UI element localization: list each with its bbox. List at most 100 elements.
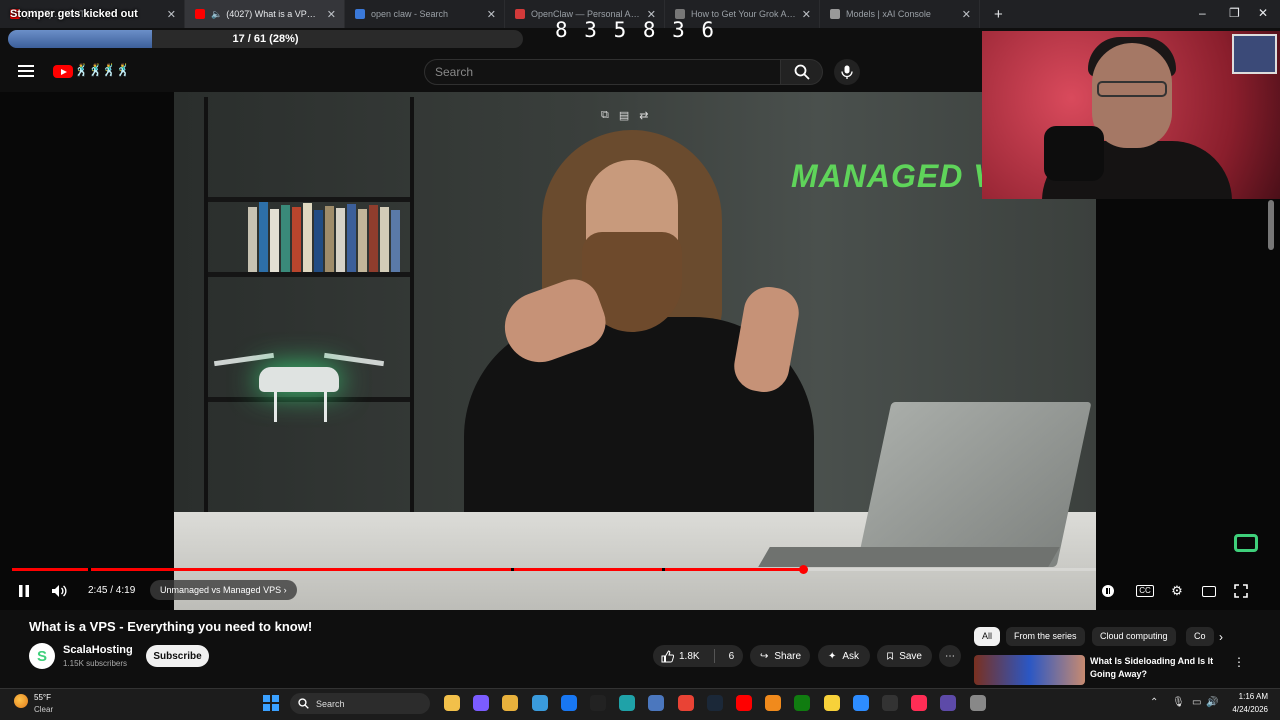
fullscreen-icon <box>1234 584 1248 598</box>
close-tab-icon[interactable]: ✕ <box>962 8 971 21</box>
webcam-background-poster <box>1232 34 1277 74</box>
speaker-icon[interactable]: 🔈 <box>211 9 222 20</box>
tab-xai-console[interactable]: Models | xAI Console ✕ <box>820 0 980 28</box>
chip-from-the-series[interactable]: From the series <box>1006 627 1085 646</box>
tab-label: open claw - Search <box>371 9 449 19</box>
chevron-right-icon: › <box>283 585 287 595</box>
search-input[interactable] <box>425 60 780 84</box>
subscribe-button[interactable]: Subscribe <box>146 645 209 667</box>
sticky-notes-icon[interactable] <box>823 695 840 711</box>
youtube-logo-icon[interactable] <box>53 65 73 78</box>
chevron-right-icon[interactable]: › <box>1219 630 1223 644</box>
restore-button[interactable]: ❐ <box>1229 6 1240 20</box>
channel-name[interactable]: ScalaHosting <box>63 644 133 656</box>
settings-button[interactable]: ⚙ <box>1168 583 1186 599</box>
scrubber-handle[interactable] <box>798 565 808 574</box>
clock-date[interactable]: 4/24/2026 <box>1222 705 1268 714</box>
settings-icon[interactable] <box>969 695 986 711</box>
hamburger-menu-icon[interactable] <box>18 65 34 77</box>
voice-search-button[interactable] <box>834 59 860 85</box>
taskbar-search[interactable]: Search <box>290 693 430 714</box>
facebook-icon[interactable] <box>560 695 577 711</box>
streamer-microphone <box>1044 126 1104 181</box>
webcam-overlay <box>982 31 1280 199</box>
minimize-button[interactable]: – <box>1199 6 1206 20</box>
sparkle-icon: ✦ <box>828 650 837 662</box>
youtube-icon[interactable] <box>736 695 752 711</box>
fullscreen-button[interactable] <box>1232 583 1250 599</box>
miniplayer-button[interactable] <box>1200 583 1218 599</box>
weather-moon-icon[interactable] <box>14 694 28 708</box>
pause-button[interactable] <box>16 583 32 599</box>
openclaw-favicon-icon <box>515 9 525 19</box>
chip-all[interactable]: All <box>974 627 1001 646</box>
display-icon[interactable]: ▭ <box>1192 697 1201 708</box>
tiktok-icon[interactable] <box>911 695 928 711</box>
chapter-button[interactable]: Unmanaged vs Managed VPS › <box>150 580 297 600</box>
like-dislike-group: 1.8K 6 <box>653 645 743 667</box>
search-box[interactable] <box>424 59 781 85</box>
new-tab-button[interactable]: + <box>994 6 1003 23</box>
amazon-icon[interactable] <box>590 695 606 711</box>
folder-icon[interactable] <box>502 695 519 711</box>
gear-icon: ⚙ <box>1171 583 1183 598</box>
copilot-icon[interactable] <box>473 695 490 711</box>
close-tab-icon[interactable]: ✕ <box>487 8 496 21</box>
stream-counter: 8 3 5 8 3 6 <box>555 18 717 42</box>
chrome-icon[interactable] <box>677 695 694 711</box>
chapter-marker <box>87 568 91 571</box>
speaker-icon[interactable]: 🔊 <box>1206 697 1218 708</box>
recommendation-thumbnail[interactable] <box>974 655 1085 685</box>
microphone-icon[interactable]: 🎙 <box>1172 697 1185 708</box>
windows-taskbar <box>0 688 1280 720</box>
channel-avatar[interactable]: S <box>29 643 55 669</box>
captions-icon: CC <box>1136 585 1154 597</box>
xbox-icon[interactable] <box>794 695 811 711</box>
photos-icon[interactable] <box>852 695 869 711</box>
calculator-icon[interactable] <box>648 695 665 711</box>
tab-search[interactable]: open claw - Search ✕ <box>345 0 505 28</box>
close-window-button[interactable]: ✕ <box>1258 6 1268 20</box>
ask-button[interactable]: ✦ Ask <box>818 645 870 667</box>
file-explorer-icon[interactable] <box>444 695 460 711</box>
save-button[interactable]: Save <box>877 645 932 667</box>
close-tab-icon[interactable]: ✕ <box>167 8 176 21</box>
youtube-doodle-logo[interactable]: 🕺🕺🕺🕺 <box>74 63 131 77</box>
chip-cloud-computing[interactable]: Cloud computing <box>1092 627 1176 646</box>
like-button[interactable]: 1.8K <box>653 645 708 667</box>
close-tab-icon[interactable]: ✕ <box>327 8 336 21</box>
edge-icon[interactable] <box>619 695 636 711</box>
volume-button[interactable] <box>50 583 68 599</box>
vlc-icon[interactable] <box>765 695 782 711</box>
recommendation-title[interactable]: What Is Sideloading And Is It Going Away… <box>1090 655 1220 681</box>
weather-temperature[interactable]: 55°F <box>34 693 51 702</box>
steam-icon[interactable] <box>706 695 723 711</box>
streamer-glasses <box>1097 81 1167 97</box>
time-display: 2:45 / 4:19 <box>88 585 136 596</box>
picture-in-picture-icon[interactable]: ⧉ <box>601 109 609 122</box>
close-tab-icon[interactable]: ✕ <box>802 8 811 21</box>
search-button[interactable] <box>781 59 823 85</box>
drone <box>213 352 385 422</box>
autoplay-toggle[interactable] <box>1100 583 1116 599</box>
page-scrollbar[interactable] <box>1268 200 1274 250</box>
obs-icon[interactable] <box>940 695 957 711</box>
progress-bar[interactable] <box>12 568 1096 571</box>
capcut-icon[interactable] <box>882 695 898 711</box>
clock-time[interactable]: 1:16 AM <box>1230 692 1268 701</box>
chip-more[interactable]: Co <box>1186 627 1214 646</box>
captions-button[interactable]: CC <box>1136 583 1154 599</box>
translate-icon[interactable]: ⇄ <box>639 109 648 122</box>
chevron-up-icon[interactable]: ⌃ <box>1150 697 1158 708</box>
notes-icon[interactable]: ▤ <box>619 109 629 122</box>
store-icon[interactable] <box>531 695 548 711</box>
dislike-button[interactable]: 6 <box>721 645 743 667</box>
more-vertical-icon[interactable]: ⋮ <box>1233 655 1245 669</box>
share-button[interactable]: ↪ Share <box>750 645 810 667</box>
more-actions-button[interactable]: ⋯ <box>939 645 961 667</box>
tab-vps-video[interactable]: 🔈 (4027) What is a VPS - Everyth ✕ <box>185 0 345 28</box>
youtube-favicon-icon <box>195 9 205 19</box>
windows-start-icon[interactable] <box>263 695 279 711</box>
scala-watermark-icon[interactable] <box>1234 534 1258 552</box>
video-tools: ⧉ ▤ ⇄ <box>601 109 648 122</box>
